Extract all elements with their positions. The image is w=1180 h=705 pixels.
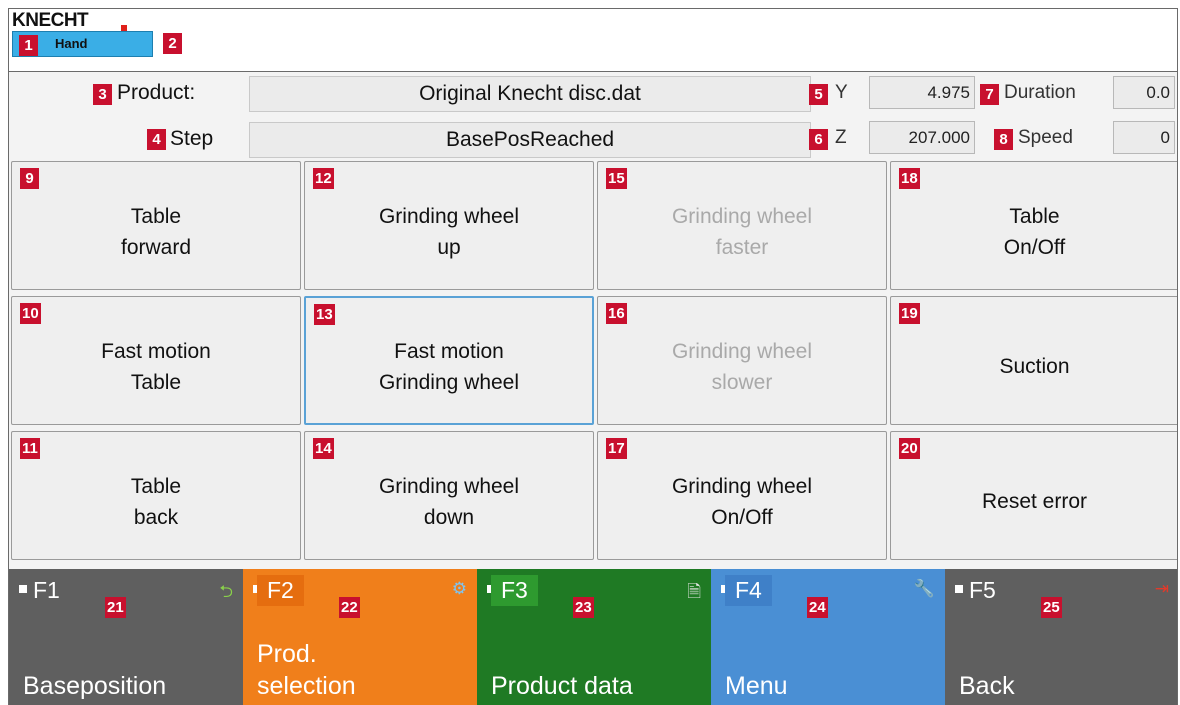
badge-23: 23 [573, 597, 594, 618]
button-label: Suction [999, 355, 1070, 378]
grinding-wheel-down-button[interactable]: 14 Grinding wheel down [304, 431, 594, 560]
f2-prod-selection-button[interactable]: F2 22 ⚙ Prod. selection [243, 569, 477, 705]
badge-3: 3 [93, 84, 112, 105]
button-label: Grinding wheel slower [671, 339, 813, 394]
product-label: Product: [117, 81, 196, 104]
fkey-number: F3 [491, 575, 538, 606]
z-axis-label: Z [835, 127, 847, 148]
table-back-button[interactable]: 11 Table back [11, 431, 301, 560]
f5-back-button[interactable]: F5 25 ⇥ Back [945, 569, 1177, 705]
mode-label: Hand [55, 36, 88, 51]
badge-9: 9 [20, 168, 39, 189]
button-label: Reset error [981, 490, 1088, 513]
reset-error-button[interactable]: 20 Reset error [890, 431, 1177, 560]
button-label: Grinding wheel down [378, 474, 520, 529]
badge-6: 6 [809, 129, 828, 150]
badge-18: 18 [899, 168, 920, 189]
fast-motion-table-button[interactable]: 10 Fast motion Table [11, 296, 301, 425]
button-label: Fast motion Table [101, 339, 211, 394]
f4-menu-button[interactable]: F4 24 🔧 Menu [711, 569, 945, 705]
button-label: Grinding wheel faster [671, 204, 813, 259]
grinding-wheel-faster-button[interactable]: 15 Grinding wheel faster [597, 161, 887, 290]
function-key-bar: F1 21 ⮌ Baseposition F2 22 ⚙ Prod. selec… [9, 569, 1177, 705]
badge-19: 19 [899, 303, 920, 324]
grinding-wheel-on-off-button[interactable]: 17 Grinding wheel On/Off [597, 431, 887, 560]
speed-label: Speed [1018, 127, 1073, 148]
status-panel: 3 Product: Original Knecht disc.dat 4 St… [9, 71, 1177, 163]
grinding-wheel-up-button[interactable]: 12 Grinding wheel up [304, 161, 594, 290]
badge-16: 16 [606, 303, 627, 324]
badge-1: 1 [19, 35, 38, 56]
button-label: Table back [130, 474, 182, 529]
undo-arrow-icon: ⮌ [219, 582, 233, 601]
fkey-label: Menu [725, 672, 788, 700]
product-value-field[interactable]: Original Knecht disc.dat [249, 76, 811, 112]
document-icon: 🗎 [687, 582, 701, 601]
button-label: Table forward [120, 204, 192, 259]
badge-21: 21 [105, 597, 126, 618]
badge-12: 12 [313, 168, 334, 189]
f1-baseposition-button[interactable]: F1 21 ⮌ Baseposition [9, 569, 243, 705]
grinding-wheel-slower-button[interactable]: 16 Grinding wheel slower [597, 296, 887, 425]
badge-17: 17 [606, 438, 627, 459]
step-label: Step [170, 127, 214, 150]
fast-motion-grinding-wheel-button[interactable]: 13 Fast motion Grinding wheel [304, 296, 594, 425]
fkey-label: Baseposition [23, 672, 167, 700]
mode-indicator[interactable]: 1 Hand [12, 31, 153, 57]
badge-15: 15 [606, 168, 627, 189]
fkey-number: F2 [257, 575, 304, 606]
badge-2: 2 [163, 33, 182, 54]
badge-25: 25 [1041, 597, 1062, 618]
badge-22: 22 [339, 597, 360, 618]
exit-door-icon: ⇥ [1154, 579, 1169, 598]
badge-14: 14 [313, 438, 334, 459]
badge-8: 8 [994, 129, 1013, 150]
z-axis-value: 207.000 [869, 121, 975, 154]
badge-13: 13 [314, 304, 335, 325]
knecht-logo: KNECHT [12, 10, 89, 31]
button-label: Fast motion Grinding wheel [378, 339, 520, 394]
button-grid: 9 Table forward 10 Fast motion Table 11 … [9, 161, 1177, 569]
fkey-label: Prod. selection [257, 640, 356, 700]
fkey-label: Back [959, 672, 1015, 700]
duration-label: Duration [1004, 82, 1076, 103]
fkey-number: F4 [725, 575, 772, 606]
fkey-label: Product data [491, 672, 633, 700]
button-label: Grinding wheel up [378, 204, 520, 259]
badge-4: 4 [147, 129, 166, 150]
speed-value: 0 [1113, 121, 1175, 154]
badge-20: 20 [899, 438, 920, 459]
button-label: Table On/Off [1003, 204, 1066, 259]
duration-value: 0.0 [1113, 76, 1175, 109]
f3-product-data-button[interactable]: F3 23 🗎 Product data [477, 569, 711, 705]
suction-button[interactable]: 19 Suction [890, 296, 1177, 425]
hmi-screen: KNECHT 1 Hand 2 3 Product: Original Knec… [8, 8, 1178, 705]
fkey-number: F5 [969, 577, 996, 603]
table-forward-button[interactable]: 9 Table forward [11, 161, 301, 290]
fkey-number: F1 [33, 577, 60, 603]
badge-5: 5 [809, 84, 828, 105]
badge-11: 11 [20, 438, 40, 459]
badge-7: 7 [980, 84, 999, 105]
y-axis-label: Y [835, 82, 848, 103]
badge-10: 10 [20, 303, 41, 324]
wrench-icon: 🔧 [913, 579, 935, 598]
button-label: Grinding wheel On/Off [671, 474, 813, 529]
step-value-field: BasePosReached [249, 122, 811, 158]
badge-24: 24 [807, 597, 828, 618]
y-axis-value: 4.975 [869, 76, 975, 109]
table-on-off-button[interactable]: 18 Table On/Off [890, 161, 1177, 290]
gear-icon: ⚙ [451, 579, 467, 598]
